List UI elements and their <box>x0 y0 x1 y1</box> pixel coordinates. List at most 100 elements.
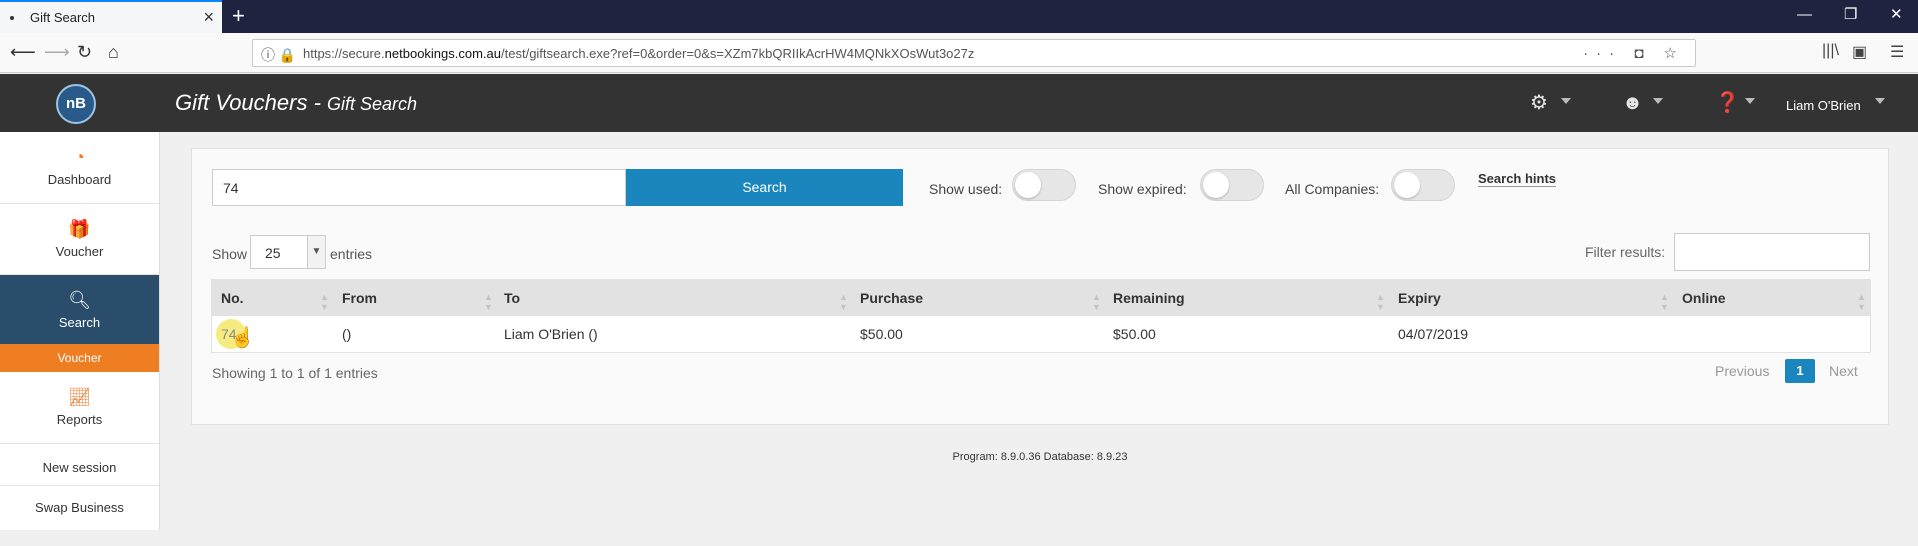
previous-page-button[interactable]: Previous <box>1715 363 1769 379</box>
column-header-from[interactable]: From <box>342 290 377 306</box>
sort-icon[interactable]: ▲ ▼ <box>484 292 493 312</box>
page-title: Gift Vouchers - Gift Search <box>175 90 418 115</box>
current-page-button[interactable]: 1 <box>1785 359 1815 383</box>
app-header: nB Gift Vouchers - Gift Search ⚙ ☻ ❓ Lia… <box>0 74 1918 132</box>
forward-icon[interactable]: ⟶ <box>44 41 70 63</box>
more-icon[interactable]: ··· <box>1583 45 1622 62</box>
all-companies-label: All Companies: <box>1285 181 1380 197</box>
search-input[interactable]: 74 <box>212 169 626 206</box>
results-table: No. ▲ ▼ From ▲ ▼ To ▲ ▼ Purchase ▲ ▼ Remaini… <box>211 279 1871 353</box>
table-info: Showing 1 to 1 of 1 entries <box>212 365 378 381</box>
close-tab-icon[interactable]: × <box>203 7 214 27</box>
search-hints-link[interactable]: Search hints <box>1478 171 1557 187</box>
bookmark-star-icon[interactable]: ☆ <box>1664 45 1685 62</box>
user-menu[interactable]: Liam O'Brien <box>1786 98 1861 113</box>
chevron-down-icon[interactable] <box>1745 98 1755 104</box>
sort-icon[interactable]: ▲ ▼ <box>1376 292 1385 312</box>
browser-tab-bar: Gift Search × + — ❐ ✕ <box>0 0 1918 33</box>
sidebar: ◔ Dashboard 🎁 Voucher 🔍︎ Search Voucher … <box>0 132 160 530</box>
cell-from: () <box>342 326 352 342</box>
entries-label: entries <box>330 246 373 262</box>
back-icon[interactable]: ⟵ <box>10 41 36 63</box>
address-bar[interactable]: ⓘ 🔒 https://secure.netbookings.com.au/te… <box>252 39 1696 67</box>
sidebar-item-reports[interactable]: 📈︎ Reports <box>0 372 159 444</box>
chart-icon: 📈︎ <box>68 387 91 407</box>
menu-icon[interactable]: ☰ <box>1890 42 1904 62</box>
chevron-down-icon[interactable] <box>1653 98 1663 104</box>
sidebar-subitem-voucher[interactable]: Voucher <box>0 344 159 372</box>
entries-value: 25 <box>265 245 281 261</box>
column-header-online[interactable]: Online <box>1682 290 1726 306</box>
tab-title: Gift Search <box>30 10 96 25</box>
gift-search-panel: 74 Search Show used: Show expired: All C… <box>191 148 1889 425</box>
sidebar-divider <box>0 485 159 486</box>
sort-icon[interactable]: ▲ ▼ <box>320 292 329 312</box>
column-header-no[interactable]: No. <box>221 290 244 306</box>
show-used-toggle[interactable] <box>1012 169 1076 201</box>
page-actions[interactable]: ··· ◘ ☆ <box>1583 44 1685 62</box>
sort-icon[interactable]: ▲ ▼ <box>839 292 848 312</box>
show-label: Show <box>212 246 248 262</box>
show-used-label: Show used: <box>929 181 1003 197</box>
library-icon[interactable]: |||\ <box>1822 42 1839 60</box>
netbookings-logo[interactable]: nB <box>56 84 96 124</box>
search-icon: 🔍︎ <box>68 290 91 310</box>
gift-icon: 🎁 <box>68 219 91 239</box>
dashboard-icon: ◔ <box>74 147 85 167</box>
browser-toolbar: ⟵ ⟶ ↻ ⌂ ⓘ 🔒 https://secure.netbookings.c… <box>0 33 1918 73</box>
show-expired-toggle[interactable] <box>1200 169 1264 201</box>
browser-tab[interactable]: Gift Search × <box>0 0 222 33</box>
sidebar-item-label: Dashboard <box>47 172 112 187</box>
column-header-to[interactable]: To <box>504 290 520 306</box>
sidebar-item-label: Reports <box>56 412 103 427</box>
agent-icon[interactable]: ☻ <box>1622 92 1643 114</box>
tab-favicon-icon <box>10 16 14 20</box>
hand-pointer-icon: ☝ <box>230 327 255 349</box>
toggle-knob <box>1015 172 1041 198</box>
swap-business-link[interactable]: Swap Business <box>0 500 159 515</box>
sidebar-item-label: Voucher <box>55 244 104 259</box>
chevron-down-icon[interactable] <box>1875 98 1885 104</box>
cell-expiry: 04/07/2019 <box>1398 326 1469 342</box>
filter-results-input[interactable] <box>1674 233 1870 271</box>
new-tab-icon[interactable]: + <box>232 3 245 29</box>
toggle-knob <box>1394 172 1420 198</box>
cell-purchase: $50.00 <box>860 326 903 342</box>
site-info-icon[interactable]: ⓘ 🔒 <box>261 45 296 65</box>
help-icon[interactable]: ❓ <box>1715 92 1740 114</box>
sidebar-icon[interactable]: ▣ <box>1852 42 1867 62</box>
close-window-icon[interactable]: ✕ <box>1890 6 1903 24</box>
search-button[interactable]: Search <box>626 169 903 206</box>
lock-icon: 🔒 <box>278 47 297 63</box>
chevron-down-icon[interactable] <box>1561 98 1571 104</box>
toggle-knob <box>1203 172 1229 198</box>
version-footer: Program: 8.9.0.36 Database: 8.9.23 <box>952 451 1128 463</box>
column-header-remaining[interactable]: Remaining <box>1113 290 1185 306</box>
cell-remaining: $50.00 <box>1113 326 1156 342</box>
home-icon[interactable]: ⌂ <box>108 41 119 63</box>
column-header-expiry[interactable]: Expiry <box>1398 290 1441 306</box>
column-header-purchase[interactable]: Purchase <box>860 290 923 306</box>
show-expired-label: Show expired: <box>1098 181 1187 197</box>
cell-to: Liam O'Brien () <box>504 326 598 342</box>
next-page-button[interactable]: Next <box>1829 363 1858 379</box>
table-row[interactable]: 74 ☝ () Liam O'Brien () $50.00 $50.00 04… <box>212 316 1870 352</box>
sidebar-item-label: Search <box>58 315 101 330</box>
table-header: No. ▲ ▼ From ▲ ▼ To ▲ ▼ Purchase ▲ ▼ Remaini… <box>212 280 1870 316</box>
reload-icon[interactable]: ↻ <box>77 41 92 63</box>
sidebar-item-search[interactable]: 🔍︎ Search <box>0 275 159 345</box>
sidebar-item-dashboard[interactable]: ◔ Dashboard <box>0 132 159 204</box>
sidebar-item-voucher[interactable]: 🎁 Voucher <box>0 204 159 275</box>
url-text[interactable]: https://secure.netbookings.com.au/test/g… <box>303 46 974 61</box>
chevron-down-icon: ▼ <box>307 236 325 268</box>
settings-gear-icon[interactable]: ⚙ <box>1530 92 1548 114</box>
sort-icon[interactable]: ▲ ▼ <box>1660 292 1669 312</box>
sort-icon[interactable]: ▲ ▼ <box>1857 292 1866 312</box>
pocket-icon[interactable]: ◘ <box>1634 45 1651 62</box>
sort-icon[interactable]: ▲ ▼ <box>1092 292 1101 312</box>
entries-per-page-select[interactable]: 25 ▼ <box>250 235 326 269</box>
restore-icon[interactable]: ❐ <box>1844 6 1857 24</box>
minimize-icon[interactable]: — <box>1797 6 1812 24</box>
all-companies-toggle[interactable] <box>1391 169 1455 201</box>
filter-label: Filter results: <box>1585 244 1666 260</box>
